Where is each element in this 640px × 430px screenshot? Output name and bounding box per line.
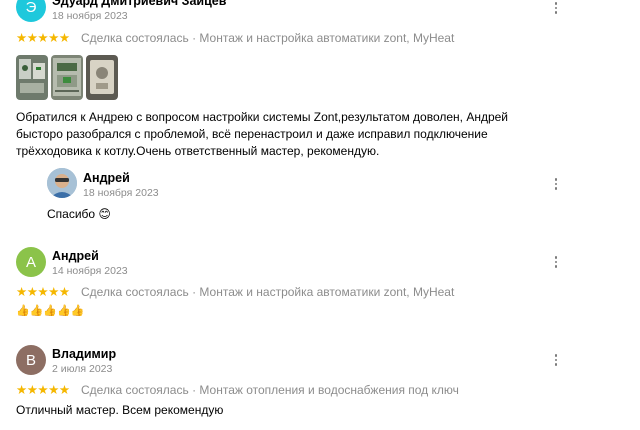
reviewer-name[interactable]: Владимир xyxy=(52,347,116,361)
rating-stars: ★★★★★ xyxy=(16,285,70,299)
more-vertical-icon[interactable] xyxy=(548,352,564,368)
reviewer-name[interactable]: Эдуард Дмитриевич Зайцев xyxy=(52,0,226,8)
reply-text: Спасибо 😊 xyxy=(47,207,111,221)
avatar[interactable]: В xyxy=(16,345,46,375)
review-date: 18 ноября 2023 xyxy=(52,10,128,22)
photo-gallery xyxy=(16,55,118,100)
reply-author-name[interactable]: Андрей xyxy=(83,171,130,185)
avatar[interactable]: Э xyxy=(16,0,46,22)
more-vertical-icon[interactable] xyxy=(548,176,564,192)
review-text: Отличный мастер. Всем рекомендую xyxy=(16,403,224,417)
photo-thumbnail[interactable] xyxy=(16,55,48,100)
more-vertical-icon[interactable] xyxy=(548,254,564,270)
more-vertical-icon[interactable] xyxy=(548,0,564,16)
review-text: 👍👍👍👍👍 xyxy=(16,305,85,317)
deal-info: Сделка состоялась · Монтаж отопления и в… xyxy=(81,383,459,397)
deal-info: Сделка состоялась · Монтаж и настройка а… xyxy=(81,285,455,299)
rating-stars: ★★★★★ xyxy=(16,31,70,45)
photo-thumbnail[interactable] xyxy=(51,55,83,100)
review-1: Э xyxy=(16,0,46,22)
review-date: 14 ноября 2023 xyxy=(52,265,128,277)
review-date: 2 июля 2023 xyxy=(52,363,113,375)
reply-avatar[interactable] xyxy=(47,168,77,198)
reviewer-name[interactable]: Андрей xyxy=(52,249,99,263)
deal-info: Сделка состоялась · Монтаж и настройка а… xyxy=(81,31,455,45)
reply-date: 18 ноября 2023 xyxy=(83,187,159,199)
avatar-photo xyxy=(47,168,77,198)
photo-thumbnail[interactable] xyxy=(86,55,118,100)
review-text: Обратился к Андрею с вопросом настройки … xyxy=(16,110,509,158)
avatar[interactable]: А xyxy=(16,247,46,277)
rating-stars: ★★★★★ xyxy=(16,383,70,397)
